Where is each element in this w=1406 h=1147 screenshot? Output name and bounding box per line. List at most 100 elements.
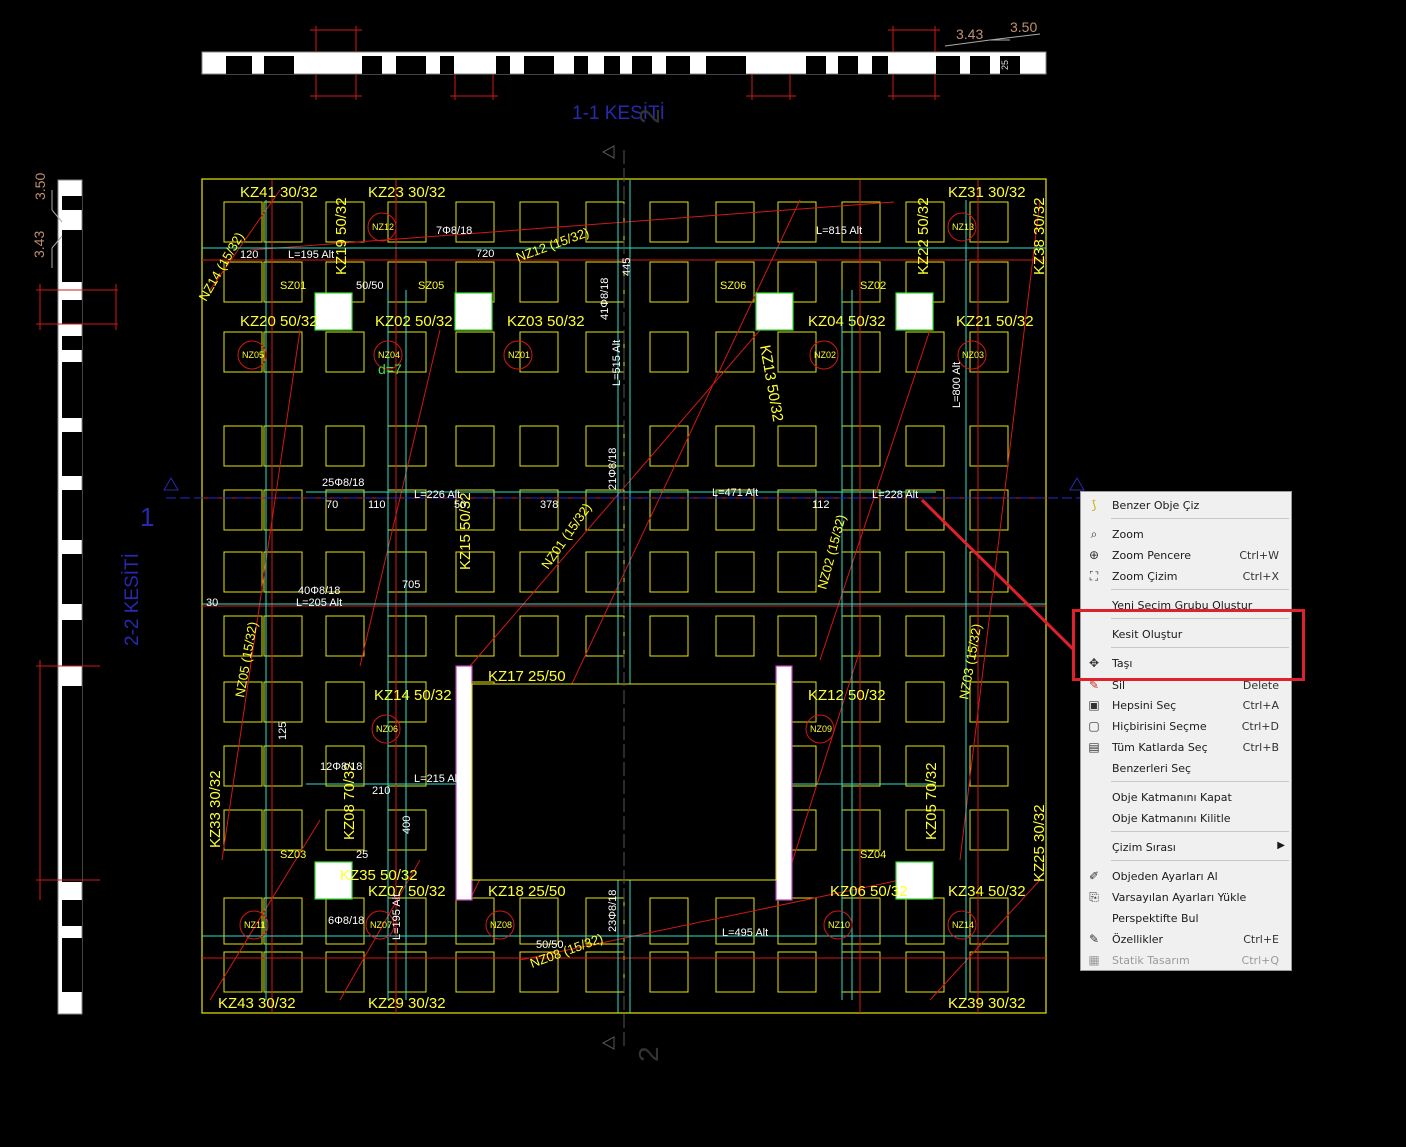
beam-label: KZ20 50/32 (240, 313, 318, 330)
slab-tag: NZ06 (376, 724, 398, 734)
slab-grid-cell (905, 331, 945, 373)
dimension-label: 705 (402, 579, 420, 591)
rebar-label: 41Φ8/18 (599, 278, 611, 320)
menu-item-zoom-çizim[interactable]: ⛶ Zoom Çizim Ctrl+X (1081, 566, 1291, 586)
beam-label: KZ08 70/32 (341, 762, 358, 840)
menu-item-obje-katmanını-kapat[interactable]: Obje Katmanını Kapat (1081, 787, 1291, 807)
slab-tag: NZ09 (810, 724, 832, 734)
slab-diagonal (221, 329, 301, 861)
slab-grid-cell (841, 615, 881, 657)
menu-item-shortcut: Ctrl+E (1243, 933, 1279, 946)
dimension-label: 720 (476, 248, 494, 260)
dimension-label: 400 (401, 816, 413, 834)
menu-item-varsayılan-ayarları-yükle[interactable]: ⎘ Varsayılan Ayarları Yükle (1081, 887, 1291, 907)
slab-grid-cell (519, 425, 559, 467)
dimension-label: 50/50 (536, 939, 564, 951)
slab-grid-cell (841, 809, 881, 851)
slab-grid-cell (649, 615, 689, 657)
menu-item-hiçbirisini-seçme[interactable]: ▢ Hiçbirisini Seçme Ctrl+D (1081, 716, 1291, 736)
menu-separator (1111, 831, 1289, 832)
rebar-label: L=515 Alt (611, 340, 623, 386)
slab-tag: NZ01 (508, 350, 530, 360)
slab-grid-cell (263, 809, 303, 851)
rebar-label: NZ05 (15/32) (232, 620, 260, 698)
menu-item-çizim-sırası[interactable]: Çizim Sırası ▶ (1081, 837, 1291, 857)
dimension-label: 50 (454, 499, 466, 511)
menu-item-shortcut: Ctrl+X (1242, 570, 1279, 583)
rebar-label: NZ12 (15/32) (514, 225, 591, 265)
menu-item-label: Statik Tasarım (1112, 954, 1190, 967)
slab-grid-cell (649, 261, 689, 303)
slab-grid-cell (969, 681, 1009, 723)
slab-grid-cell (969, 201, 1009, 243)
slab-grid-cell (263, 681, 303, 723)
rebar-label: L=815 Alt (816, 225, 862, 237)
menu-item-hepsini-seç[interactable]: ▣ Hepsini Seç Ctrl+A (1081, 695, 1291, 715)
menu-item-label: Hepsini Seç (1112, 699, 1177, 712)
menu-item-özellikler[interactable]: ✎ Özellikler Ctrl+E (1081, 929, 1291, 949)
menu-item-objeden-ayarları-al[interactable]: ✐ Objeden Ayarları Al (1081, 866, 1291, 886)
slab-grid-cell (969, 425, 1009, 467)
menu-item-label: Varsayılan Ayarları Yükle (1112, 891, 1247, 904)
elevation-left-a: 3.50 (32, 173, 48, 200)
panel-label: SZ06 (720, 280, 746, 292)
slab-grid-cell (263, 745, 303, 787)
menu-item-perspektifte-bul[interactable]: Perspektifte Bul (1081, 908, 1291, 928)
menu-item-benzer-obje-çiz[interactable]: ⟆ Benzer Obje Çiz (1081, 495, 1291, 515)
menu-item-label: Çizim Sırası (1112, 841, 1176, 854)
panel-label: SZ01 (280, 280, 306, 292)
slab-grid-cell (969, 261, 1009, 303)
rebar-label: L=800 Alt (951, 362, 963, 408)
slab-grid-cell (455, 425, 495, 467)
slab-grid-cell (841, 425, 881, 467)
dimension-label: 50/50 (356, 280, 384, 292)
slab-grid-cell (223, 261, 263, 303)
menu-item-label: Zoom Çizim (1112, 570, 1178, 583)
rebar-label: d=7 (378, 361, 402, 377)
eyedropper-icon: ✐ (1088, 869, 1100, 883)
section-marker-top (601, 145, 615, 159)
slab-grid-cell (519, 897, 559, 945)
similar-object-icon: ⟆ (1091, 498, 1097, 512)
section-2-2-title: 2-2 KESİTİ (122, 553, 143, 646)
menu-item-label: Perspektifte Bul (1112, 912, 1199, 925)
dimension-label: 210 (372, 785, 390, 797)
slab-grid-cell (519, 261, 559, 303)
menu-item-tüm-katlarda-seç[interactable]: ▤ Tüm Katlarda Seç Ctrl+B (1081, 737, 1291, 757)
slab-grid-cell (223, 425, 263, 467)
beam-label: KZ33 30/32 (207, 770, 224, 848)
slab-grid-cell (715, 551, 755, 593)
slab-grid-cell (969, 551, 1009, 593)
menu-item-benzerleri-seç[interactable]: Benzerleri Seç (1081, 758, 1291, 778)
menu-item-statik-tasarım: ▦ Statik Tasarım Ctrl+Q (1081, 950, 1291, 970)
slab-tag: NZ08 (490, 920, 512, 930)
menu-item-label: Hiçbirisini Seçme (1112, 720, 1207, 733)
beam-label: KZ18 25/50 (488, 883, 566, 900)
callout-highlight-box (1072, 609, 1305, 681)
dimension-label: 445 (621, 258, 633, 276)
load-defaults-icon: ⎘ (1089, 890, 1099, 904)
slab-grid-cell (455, 331, 495, 373)
slab-tag: NZ04 (378, 350, 400, 360)
slab-grid-cell (777, 551, 817, 593)
elevation-top-b: 3.50 (1010, 19, 1037, 35)
beam-label: KZ12 50/32 (808, 687, 886, 704)
menu-item-label: Objeden Ayarları Al (1112, 870, 1218, 883)
menu-item-shortcut: Ctrl+A (1242, 699, 1279, 712)
zoom-icon: ⌕ (1090, 527, 1098, 541)
axis-1-label: 1 (140, 502, 154, 532)
callout-leader-line (920, 498, 1076, 652)
slab-grid-cell (263, 615, 303, 657)
menu-item-zoom-pencere[interactable]: ⊕ Zoom Pencere Ctrl+W (1081, 545, 1291, 565)
rebar-label: 25Φ8/18 (322, 477, 364, 489)
menu-item-obje-katmanını-kilitle[interactable]: Obje Katmanını Kilitle (1081, 808, 1291, 828)
slab-grid-cell (263, 551, 303, 593)
beam-label: KZ35 50/32 (340, 867, 418, 884)
slab-grid-cell (455, 897, 495, 945)
slab-grid-cell (455, 615, 495, 657)
slab-grid-cell (649, 897, 689, 945)
beam-label: KZ19 50/32 (333, 197, 350, 275)
rebar-label: L=205 Alt (296, 597, 342, 609)
slab-diagonal (209, 819, 321, 1001)
menu-item-zoom[interactable]: ⌕ Zoom (1081, 524, 1291, 544)
